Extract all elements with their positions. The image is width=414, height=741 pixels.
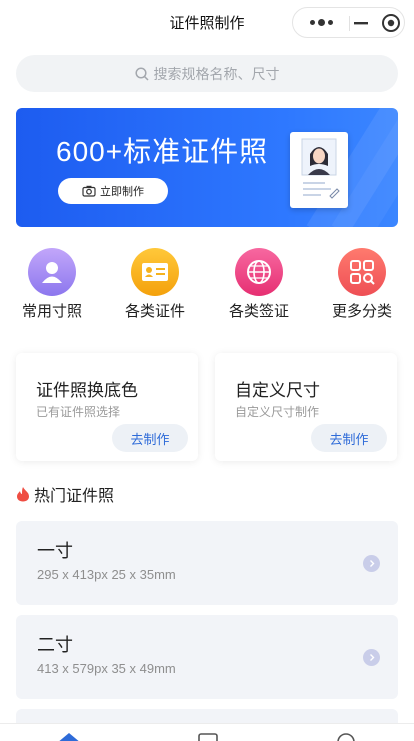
grid-icon <box>338 248 386 296</box>
more-dots-icon <box>309 19 333 26</box>
close-button[interactable] <box>350 8 406 37</box>
feature-subtitle: 已有证件照选择 <box>36 405 121 419</box>
banner-title: 600+标准证件照 <box>56 136 269 167</box>
search-bar[interactable]: 搜索规格名称、尺寸 <box>16 55 398 92</box>
change-background-card[interactable]: 证件照换底色 已有证件照选择 去制作 <box>16 353 198 461</box>
category-common-sizes[interactable]: 常用寸照 <box>16 248 88 321</box>
id-photo-illustration <box>290 132 348 208</box>
feature-title: 自定义尺寸 <box>235 381 320 400</box>
category-more[interactable]: 更多分类 <box>326 248 398 321</box>
make-now-label: 立即制作 <box>100 186 144 198</box>
globe-icon <box>235 248 283 296</box>
category-label: 各类签证 <box>228 303 289 320</box>
hot-section-title: 热门证件照 <box>34 488 115 505</box>
promo-banner[interactable]: 600+标准证件照 立即制作 <box>16 108 398 227</box>
photo-spec-item[interactable]: 一寸 295 x 413px 25 x 35mm <box>16 521 398 605</box>
flame-icon <box>17 487 29 502</box>
feature-title: 证件照换底色 <box>36 381 138 400</box>
search-placeholder: 搜索规格名称、尺寸 <box>153 65 280 82</box>
category-label: 常用寸照 <box>21 303 82 320</box>
spec-name: 二寸 <box>37 635 73 655</box>
camera-icon <box>82 185 96 197</box>
close-icon <box>354 13 400 32</box>
make-now-button[interactable]: 立即制作 <box>58 178 168 204</box>
spec-dimensions: 295 x 413px 25 x 35mm <box>37 567 176 582</box>
go-make-button[interactable]: 去制作 <box>112 424 188 452</box>
category-visas[interactable]: 各类签证 <box>223 248 295 321</box>
spec-dimensions: 413 x 579px 35 x 49mm <box>37 661 176 676</box>
chevron-right-icon <box>363 649 380 666</box>
profile-icon <box>337 733 355 741</box>
category-label: 更多分类 <box>331 303 392 320</box>
id-card-icon <box>131 248 179 296</box>
tab-orders[interactable] <box>194 730 222 741</box>
tab-home[interactable] <box>55 730 83 741</box>
home-icon <box>59 733 79 741</box>
custom-size-card[interactable]: 自定义尺寸 自定义尺寸制作 去制作 <box>215 353 397 461</box>
more-button[interactable] <box>293 8 349 37</box>
spec-name: 一寸 <box>37 541 73 561</box>
bottom-tab-bar <box>0 723 414 741</box>
hot-section-header: 热门证件照 <box>16 482 114 506</box>
chevron-right-icon <box>363 555 380 572</box>
document-icon <box>198 733 218 741</box>
nav-header: 证件照制作 <box>0 0 414 44</box>
go-make-button[interactable]: 去制作 <box>311 424 387 452</box>
category-id-documents[interactable]: 各类证件 <box>119 248 191 321</box>
mini-program-capsule <box>292 7 405 38</box>
tab-profile[interactable] <box>332 730 360 741</box>
photo-spec-item[interactable]: 二寸 413 x 579px 35 x 49mm <box>16 615 398 699</box>
feature-subtitle: 自定义尺寸制作 <box>235 405 320 419</box>
person-icon <box>28 248 76 296</box>
category-label: 各类证件 <box>124 303 185 320</box>
search-icon <box>134 66 149 81</box>
